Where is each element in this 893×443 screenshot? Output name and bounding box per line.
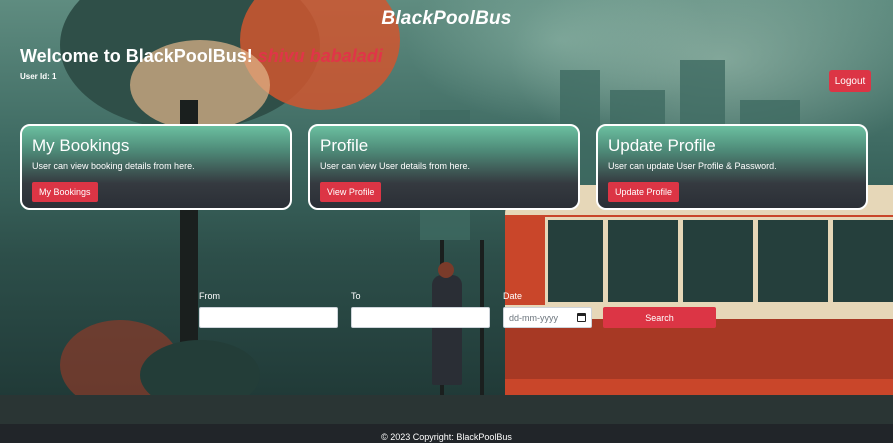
date-input[interactable]: dd-mm-yyyy <box>503 307 592 328</box>
to-label: To <box>351 291 361 301</box>
card-title: Profile <box>320 136 369 155</box>
profile-card: Profile User can view User details from … <box>308 124 580 210</box>
user-id: User Id: 1 <box>20 72 57 81</box>
date-label: Date <box>503 291 523 301</box>
username: shivu babaladi <box>257 46 383 66</box>
card-description: User can view User details from here. <box>320 161 471 171</box>
my-bookings-button[interactable]: My Bookings <box>32 182 98 202</box>
search-button[interactable]: Search <box>603 307 716 328</box>
brand-title: BlackPoolBus <box>381 8 512 29</box>
logout-button[interactable]: Logout <box>829 70 871 92</box>
to-input[interactable] <box>351 307 490 328</box>
welcome-greeting: Welcome to BlackPoolBus! <box>20 46 253 66</box>
my-bookings-card: My Bookings User can view booking detail… <box>20 124 292 210</box>
card-description: User can view booking details from here. <box>32 161 195 171</box>
footer: © 2023 Copyright: BlackPoolBus <box>0 424 893 443</box>
from-label: From <box>199 291 220 301</box>
welcome-message: Welcome to BlackPoolBus! shivu babaladi <box>20 46 383 67</box>
card-title: Update Profile <box>608 136 716 155</box>
date-placeholder: dd-mm-yyyy <box>509 312 558 323</box>
copyright-text: © 2023 Copyright: BlackPoolBus <box>381 432 512 442</box>
calendar-icon[interactable] <box>577 313 586 322</box>
view-profile-button[interactable]: View Profile <box>320 182 382 202</box>
update-profile-button[interactable]: Update Profile <box>608 182 680 202</box>
card-description: User can update User Profile & Password. <box>608 161 777 171</box>
update-profile-card: Update Profile User can update User Prof… <box>596 124 868 210</box>
from-input[interactable] <box>199 307 338 328</box>
card-title: My Bookings <box>32 136 130 155</box>
